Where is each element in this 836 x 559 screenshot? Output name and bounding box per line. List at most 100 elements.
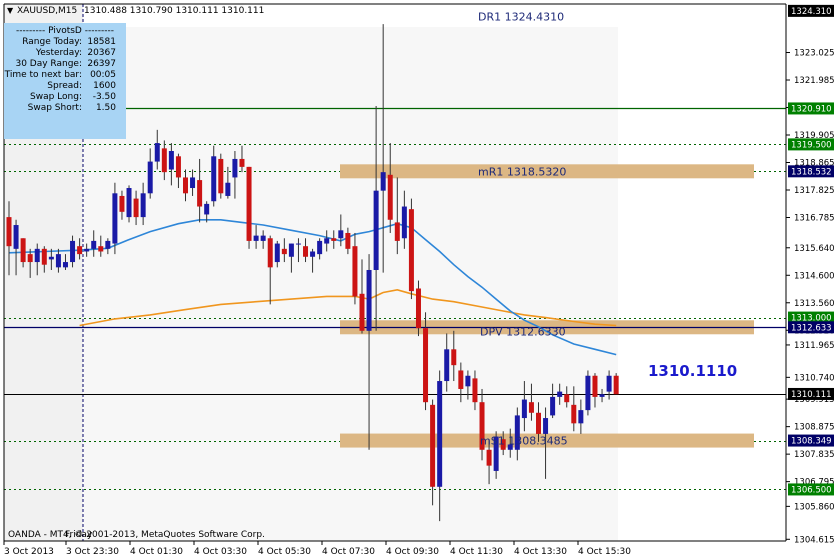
price-tag-text: 1312.633 [791,323,832,333]
candle-body [175,156,181,178]
info-row: 30 Day Range: 26397 [4,59,126,70]
candle-bear [218,153,224,199]
symbol-label: XAUUSD,M15 [17,6,77,16]
chart-menu-arrow-icon[interactable]: ▼ [7,6,14,15]
info-value: 18581 [87,37,116,47]
candle-body [317,240,323,255]
candle-body [408,209,414,292]
candle-body [599,394,605,397]
ohlc-label: 1310.488 1310.790 1310.111 1310.111 [84,6,264,16]
candle-body [521,399,527,419]
pivot-label-dpv: DPV 1312.6330 [480,325,566,338]
candle-body [472,378,478,403]
price-tick-label: 1315.640 [794,244,835,254]
candle-body [401,206,407,239]
candle-body [557,391,563,397]
price-tag-text: 1306.500 [791,485,832,495]
candle-body [359,293,365,331]
session-shade-current [84,27,618,541]
candle-body [55,254,61,268]
price-tick-label: 1304.615 [794,535,835,545]
price-tag-text: 1320.910 [791,104,832,114]
candle-body [550,396,556,416]
candle-body [295,243,301,245]
candle-body [246,166,252,241]
candle-body [613,375,619,395]
candle-body [253,235,259,241]
candle-bear [613,373,619,395]
candle-body [197,180,203,207]
candle-body [48,256,54,260]
time-tick-label: 4 Oct 07:30 [322,547,375,557]
candle-body [585,375,591,411]
candle-body [225,182,231,196]
candle-body [91,240,97,249]
price-tag-text: 1324.310 [791,7,832,17]
pivot-label-dr1: DR1 1324.4310 [478,10,564,23]
candle-bear [415,280,421,337]
info-value: 20367 [87,48,116,58]
candle-body [41,248,47,265]
candle-body [606,375,612,392]
candle-body [415,288,421,329]
candle-body [528,402,534,413]
info-value: 1.50 [95,103,116,113]
candle-body [147,161,153,194]
time-tick-label: 3 Oct 2013 [4,547,54,557]
candle-body [126,188,132,218]
candle-body [437,381,443,487]
info-row: Swap Long: -3.50 [4,92,126,103]
info-label: 30 Day Range: [15,59,82,69]
info-row: Swap Short: 1.50 [4,103,126,114]
candle-body [239,158,245,167]
candle-body [564,394,570,403]
candle-bull [126,185,132,223]
candle-body [331,238,337,241]
candle-body [345,232,351,249]
day-label: Friday [65,530,93,540]
price-tick-label: 1308.875 [794,423,835,433]
candle-body [444,349,450,382]
price-tick-label: 1321.985 [794,76,835,86]
time-tick-label: 4 Oct 05:30 [258,547,311,557]
candle-body [592,375,598,397]
candle-body [204,203,210,215]
price-tick-label: 1316.785 [794,214,835,224]
info-label: Swap Long: [30,92,82,102]
info-value: -3.50 [92,92,116,102]
candle-body [458,370,464,389]
info-row: Range Today: 18581 [4,37,126,48]
candle-body [465,375,471,387]
candle-body [578,410,584,424]
candle-body [190,177,196,189]
pivot-label-mr1: mR1 1318.5320 [478,165,566,178]
price-tick-label: 1305.860 [794,502,835,512]
candle-body [70,240,76,263]
candle-body [274,243,280,263]
time-tick-label: 4 Oct 09:30 [386,547,439,557]
info-label: Yesterday: [35,48,82,58]
copyright-text: OANDA - MT4, © 2001-2013, MetaQuotes Sof… [8,530,265,540]
candle-body [352,246,358,297]
candle-body [310,251,316,257]
price-tag-text: 1319.500 [791,140,832,150]
candle-body [394,222,400,241]
price-tag-text: 1308.349 [791,437,832,447]
candle-body [140,193,146,218]
info-label: Swap Short: [27,103,82,113]
candle-body [133,198,139,218]
candle-body [430,404,436,487]
candle-body [84,248,90,252]
candle-body [112,193,118,244]
price-tick-label: 1310.740 [794,373,835,383]
candle-body [62,262,68,268]
candle-body [451,349,457,366]
current-price-text: 1310.1110 [648,362,737,380]
candle-body [543,418,549,434]
candle-body [288,243,294,257]
info-value: 26397 [87,59,116,69]
pivots-info-panel: --------- PivotsD --------- Range Today:… [4,23,126,139]
info-row: Yesterday: 20367 [4,48,126,59]
time-tick-label: 4 Oct 11:30 [450,547,503,557]
time-tick-label: 4 Oct 03:30 [194,547,247,557]
